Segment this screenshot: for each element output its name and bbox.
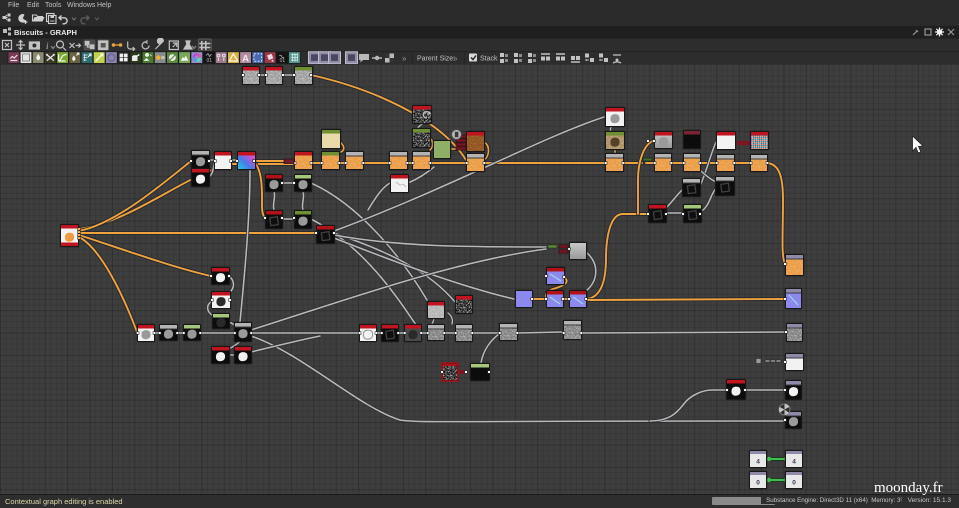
svg-text:0: 0 xyxy=(756,480,760,487)
svg-text:4: 4 xyxy=(756,459,760,466)
svg-text:0: 0 xyxy=(792,480,796,487)
svg-text:4: 4 xyxy=(792,459,796,466)
